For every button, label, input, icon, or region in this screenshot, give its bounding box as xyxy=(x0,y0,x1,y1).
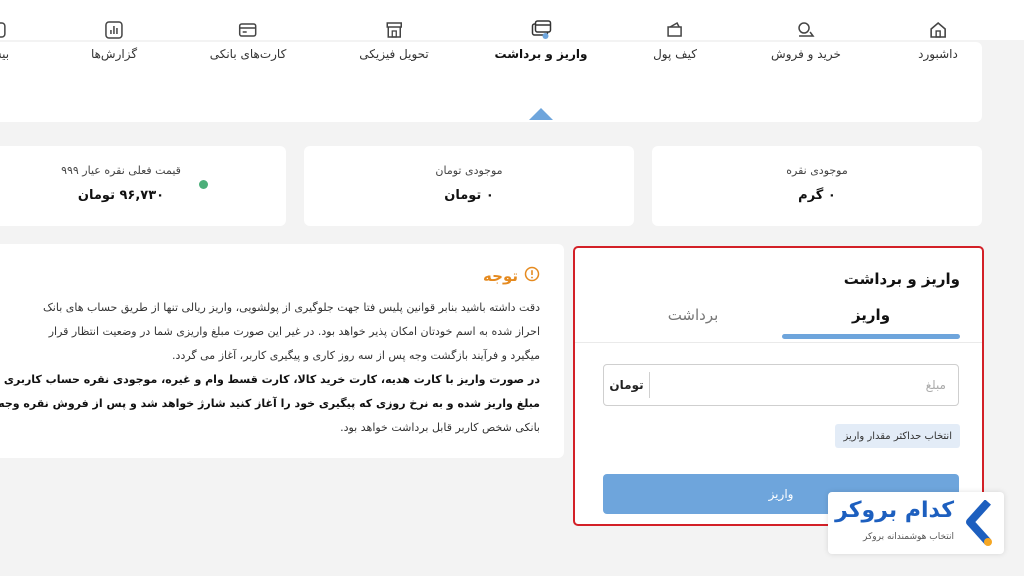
tab-physical-delivery[interactable]: تحویل فیزیکی xyxy=(359,0,429,80)
active-subtab-indicator xyxy=(782,334,960,339)
currency-unit: تومان xyxy=(604,372,650,398)
toman-balance-card: موجودی تومان ۰ تومان xyxy=(304,146,634,226)
card-title: قیمت فعلی نقره عیار ۹۹۹ xyxy=(61,164,181,177)
notice-line-bold: مبلغ واریز شده و به نرخ روزی که پیگیری خ… xyxy=(0,397,540,410)
notice-header: توجه xyxy=(483,266,540,286)
card-value: ۰ تومان xyxy=(444,188,494,203)
cards-icon xyxy=(530,19,552,41)
more-icon xyxy=(0,19,9,41)
notice-title: توجه xyxy=(483,267,518,285)
silver-price-card: قیمت فعلی نقره عیار ۹۹۹ ۹۶,۷۳۰ تومان xyxy=(0,146,286,226)
report-icon xyxy=(103,19,125,41)
select-max-deposit-button[interactable]: انتخاب حداکثر مقدار واریز xyxy=(835,424,960,448)
tab-bank-cards[interactable]: کارت‌های بانکی xyxy=(209,0,287,80)
wallet-icon xyxy=(664,19,686,41)
notice-text: دقت داشته باشید بنابر قوانین پلیس فتا جه… xyxy=(0,296,540,440)
tab-buy-sell[interactable]: خرید و فروش xyxy=(771,0,841,80)
notice-line: احراز شده به اسم خودتان امکان پذیر خواهد… xyxy=(48,325,540,338)
kodambroker-logo: کدام بروکر انتخاب هوشمندانه بروکر xyxy=(828,492,1004,554)
notice-line-bold: در صورت واریز با کارت هدیه، کارت خرید کا… xyxy=(0,373,540,386)
amount-input[interactable] xyxy=(650,365,958,405)
logo-title: کدام بروکر xyxy=(835,498,954,523)
live-status-dot xyxy=(199,180,208,189)
credit-card-icon xyxy=(237,19,259,41)
card-value: ۰ گرم xyxy=(798,188,836,203)
panel-title: واریز و برداشت xyxy=(843,270,960,288)
home-icon xyxy=(927,19,949,41)
silver-balance-card: موجودی نقره ۰ گرم xyxy=(652,146,982,226)
amount-field: تومان xyxy=(603,364,959,406)
card-value: ۹۶,۷۳۰ تومان xyxy=(77,188,165,203)
deposit-withdraw-panel: واریز و برداشت واریز برداشت تومان انتخاب… xyxy=(573,246,984,526)
subtab-divider xyxy=(575,342,982,343)
exchange-icon xyxy=(795,19,817,41)
tab-label: خرید و فروش xyxy=(771,47,841,61)
active-tab-indicator xyxy=(529,108,553,120)
tab-label: کارت‌های بانکی xyxy=(209,47,287,61)
tab-more[interactable]: بیش xyxy=(0,0,9,80)
tab-label: واریز و برداشت xyxy=(494,47,588,61)
notice-line: بانکی شخص کاربر قابل برداشت خواهد بود. xyxy=(340,421,540,434)
notice-panel: توجه دقت داشته باشید بنابر قوانین پلیس ف… xyxy=(0,244,564,458)
notice-line: دقت داشته باشید بنابر قوانین پلیس فتا جه… xyxy=(42,301,540,314)
brand-chevron-icon xyxy=(964,499,992,550)
tab-dashboard[interactable]: داشبورد xyxy=(918,0,958,80)
notice-line: میگیرد و فرآیند بازگشت وجه پس از سه روز … xyxy=(172,349,540,362)
tab-deposit-withdraw[interactable]: واریز و برداشت xyxy=(494,0,588,80)
logo-subtitle: انتخاب هوشمندانه بروکر xyxy=(863,532,954,542)
tab-reports[interactable]: گزارش‌ها xyxy=(91,0,137,80)
tab-withdraw[interactable]: برداشت xyxy=(604,306,782,340)
store-icon xyxy=(383,19,405,41)
warning-icon xyxy=(524,266,540,286)
tab-wallet[interactable]: کیف پول xyxy=(653,0,697,80)
tab-label: تحویل فیزیکی xyxy=(359,47,429,61)
tab-label: گزارش‌ها xyxy=(90,47,138,61)
card-title: موجودی نقره xyxy=(786,164,848,177)
tab-label: داشبورد xyxy=(918,47,958,61)
tab-label: کیف پول xyxy=(653,47,697,61)
card-title: موجودی تومان xyxy=(435,164,503,177)
tab-label: بیش xyxy=(0,47,10,61)
